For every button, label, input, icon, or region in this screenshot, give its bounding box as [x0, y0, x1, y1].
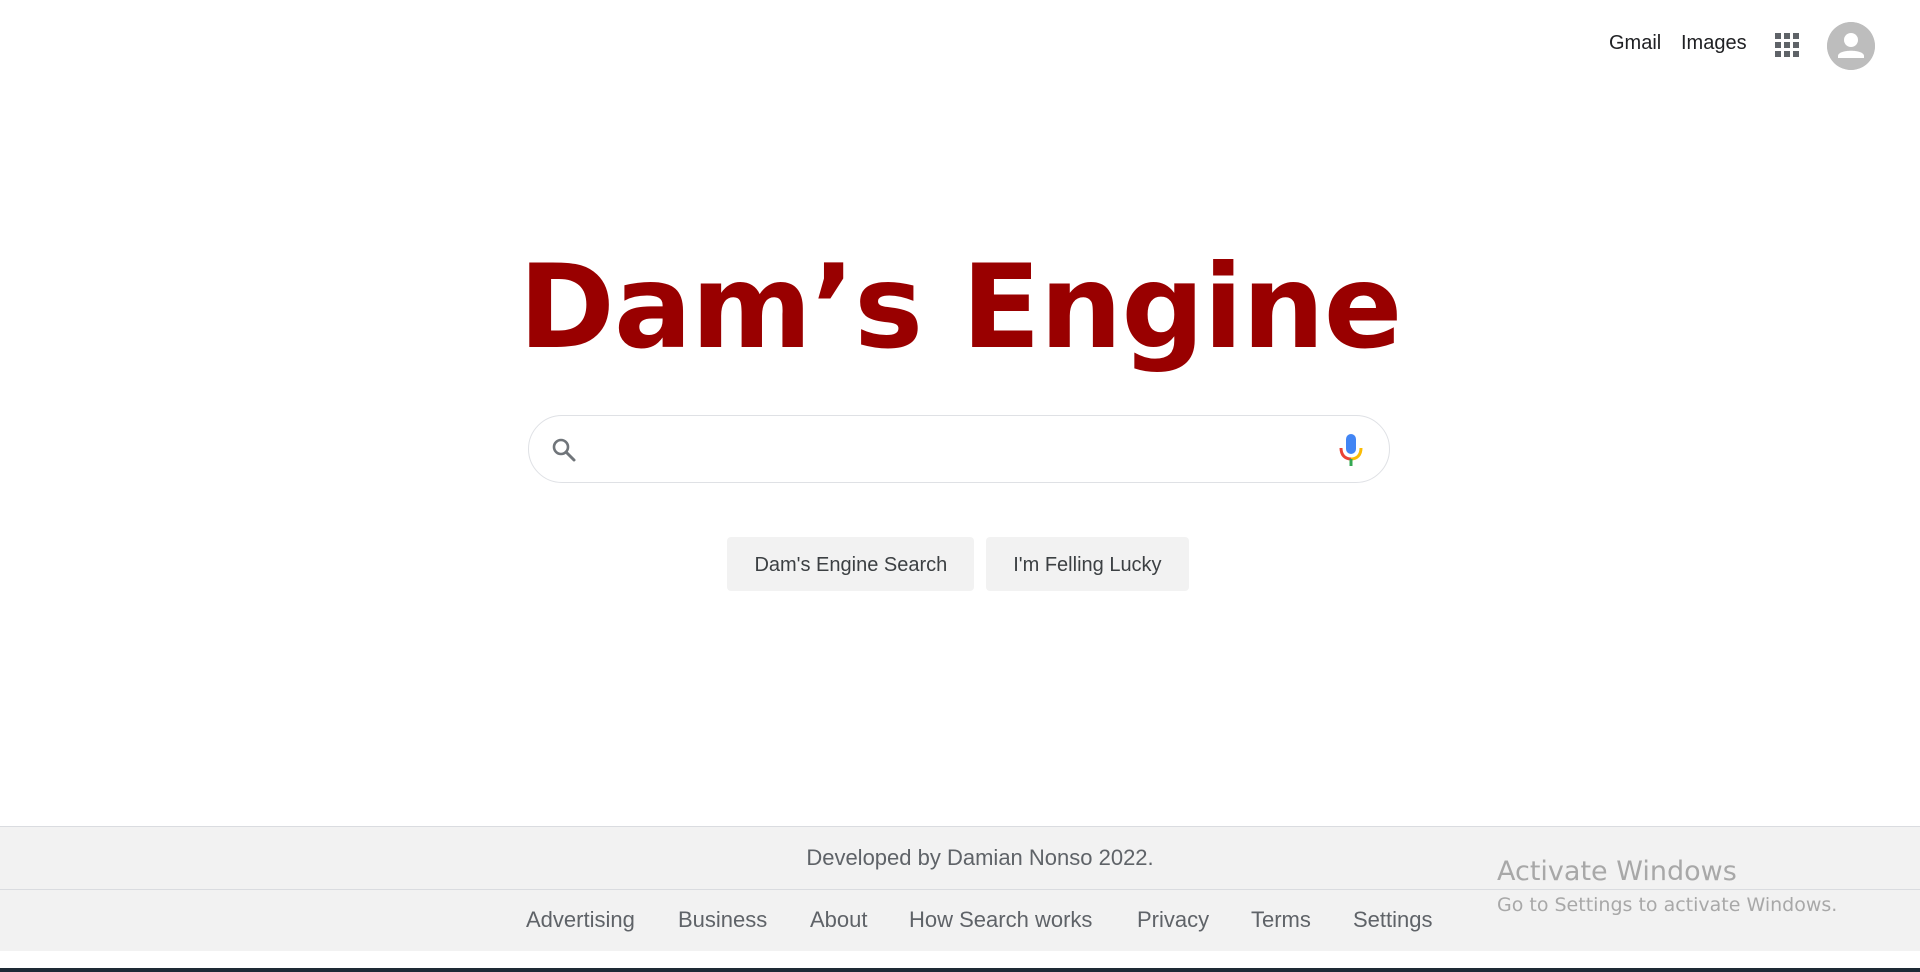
windows-activation-watermark: Activate Windows Go to Settings to activ…: [1497, 852, 1837, 918]
taskbar-edge: [0, 968, 1920, 972]
watermark-title: Activate Windows: [1497, 856, 1737, 887]
footer-link-settings[interactable]: Settings: [1353, 907, 1433, 933]
search-home-page: Gmail Images Dam’s Engine Dam's Engine S…: [0, 0, 1920, 972]
apps-grid-icon[interactable]: [1774, 32, 1800, 58]
footer-link-about[interactable]: About: [810, 907, 868, 933]
footer-link-advertising[interactable]: Advertising: [526, 907, 635, 933]
gmail-link[interactable]: Gmail: [1609, 32, 1661, 55]
top-navigation: Gmail Images: [1500, 0, 1920, 92]
watermark-subtitle: Go to Settings to activate Windows.: [1497, 894, 1838, 916]
search-icon: [551, 437, 577, 463]
images-link[interactable]: Images: [1681, 32, 1747, 55]
site-logo: Dam’s Engine: [518, 240, 1403, 375]
lucky-button[interactable]: I'm Felling Lucky: [986, 537, 1189, 591]
search-buttons: Dam's Engine Search I'm Felling Lucky: [0, 537, 1918, 591]
microphone-icon[interactable]: [1335, 432, 1367, 468]
footer-link-terms[interactable]: Terms: [1251, 907, 1311, 933]
footer-link-how-search-works[interactable]: How Search works: [909, 907, 1092, 933]
search-input[interactable]: [595, 430, 1299, 470]
footer-link-privacy[interactable]: Privacy: [1137, 907, 1209, 933]
search-box: [528, 415, 1390, 483]
account-avatar-icon[interactable]: [1827, 22, 1875, 70]
footer-link-business[interactable]: Business: [678, 907, 767, 933]
search-button[interactable]: Dam's Engine Search: [727, 537, 975, 591]
